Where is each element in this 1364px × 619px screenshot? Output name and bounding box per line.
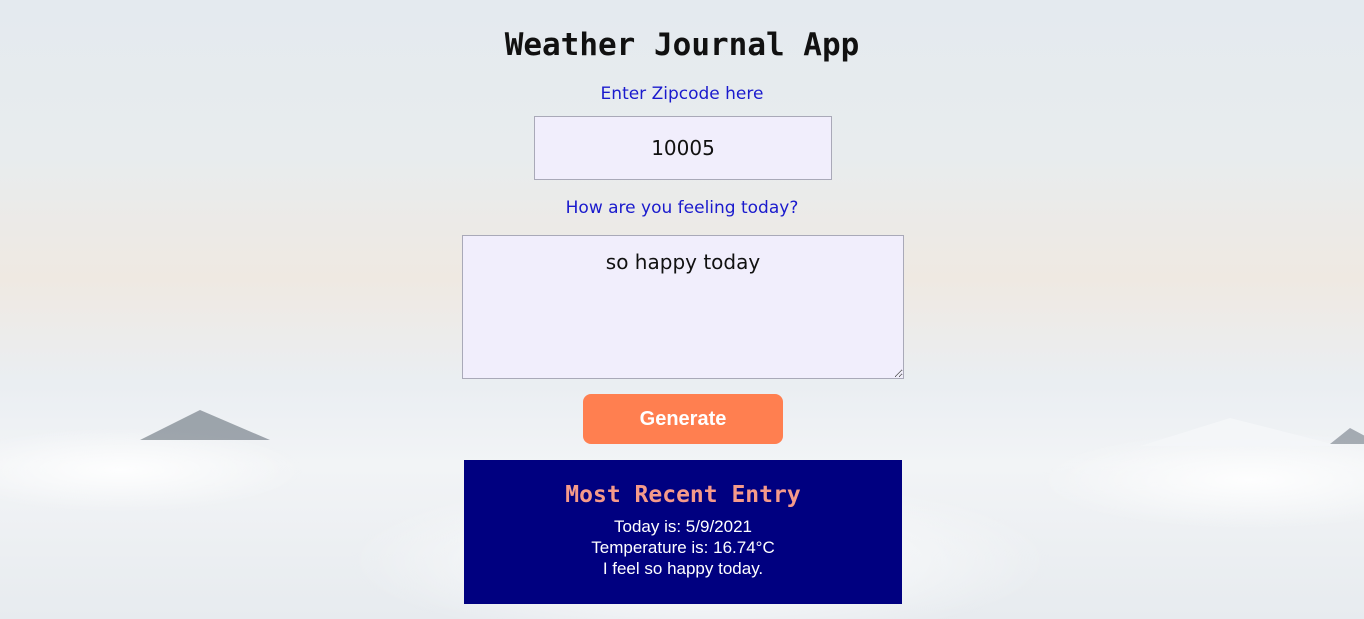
generate-button[interactable]: Generate [583, 394, 783, 444]
entry-date: Today is: 5/9/2021 [614, 517, 752, 536]
recent-entry-panel: Most Recent Entry Today is: 5/9/2021 Tem… [464, 460, 902, 604]
mountain-peak-far-right [1330, 428, 1364, 444]
page-title: Weather Journal App [504, 27, 860, 63]
mountain-peak-left [140, 410, 270, 440]
feelings-label: How are you feeling today? [565, 198, 799, 218]
recent-entry-heading: Most Recent Entry [565, 482, 801, 508]
entry-temperature: Temperature is: 16.74°C [591, 538, 775, 557]
zip-input[interactable] [534, 116, 832, 180]
zip-label: Enter Zipcode here [600, 84, 764, 104]
feelings-textarea[interactable]: so happy today [462, 235, 904, 379]
entry-content: I feel so happy today. [602, 559, 764, 578]
mountain-peak-right [1140, 418, 1340, 446]
